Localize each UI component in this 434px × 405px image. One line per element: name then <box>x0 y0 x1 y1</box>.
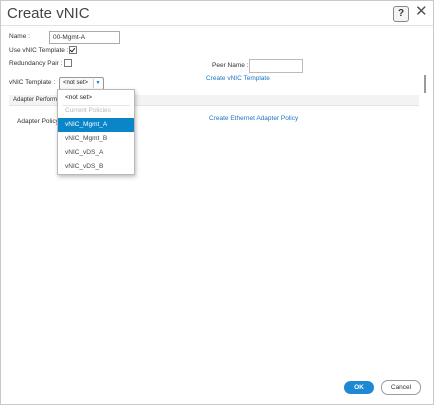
cancel-button[interactable]: Cancel <box>381 380 421 395</box>
title-divider <box>1 25 433 26</box>
create-vnic-dialog: Create vNIC ? ✕ Name : 00-Mgmt-A Use vNI… <box>0 0 434 405</box>
chevron-down-icon[interactable]: ▼ <box>93 79 102 88</box>
use-template-checkbox[interactable] <box>69 46 77 54</box>
close-icon[interactable]: ✕ <box>415 4 428 20</box>
ok-button[interactable]: OK <box>344 381 374 394</box>
peer-name-label: Peer Name : <box>212 62 249 69</box>
name-label: Name : <box>9 33 30 40</box>
dropdown-option-vnic-mgmt-b[interactable]: vNIC_Mgmt_B <box>58 132 134 146</box>
template-dropdown-list: <not set> Current Policies vNIC_Mgmt_A v… <box>57 89 135 175</box>
dropdown-option-vnic-vds-a[interactable]: vNIC_vDS_A <box>58 146 134 160</box>
adapter-policy-label: Adapter Policy <box>17 118 59 125</box>
template-select-value: <not set> <box>63 80 89 86</box>
use-template-label: Use vNIC Template : <box>9 47 69 54</box>
template-label: vNIC Template : <box>9 79 56 86</box>
scrollbar-thumb[interactable] <box>424 75 426 93</box>
adapter-section-title: Adapter Perform <box>13 97 58 103</box>
dropdown-option-vnic-mgmt-a[interactable]: vNIC_Mgmt_A <box>58 118 134 132</box>
dialog-title: Create vNIC <box>7 5 90 22</box>
dropdown-option-vnic-vds-b[interactable]: vNIC_vDS_B <box>58 160 134 174</box>
redundancy-pair-label: Redundancy Pair : <box>9 60 63 67</box>
help-icon[interactable]: ? <box>393 6 409 22</box>
create-adapter-policy-link[interactable]: Create Ethernet Adapter Policy <box>209 115 298 122</box>
dropdown-option-not-set[interactable]: <not set> <box>58 91 134 105</box>
create-template-link[interactable]: Create vNIC Template <box>206 75 270 82</box>
name-input[interactable]: 00-Mgmt-A <box>49 31 120 44</box>
redundancy-pair-checkbox[interactable] <box>64 59 72 67</box>
peer-name-input[interactable] <box>249 59 303 73</box>
dropdown-group-header: Current Policies <box>65 107 111 114</box>
